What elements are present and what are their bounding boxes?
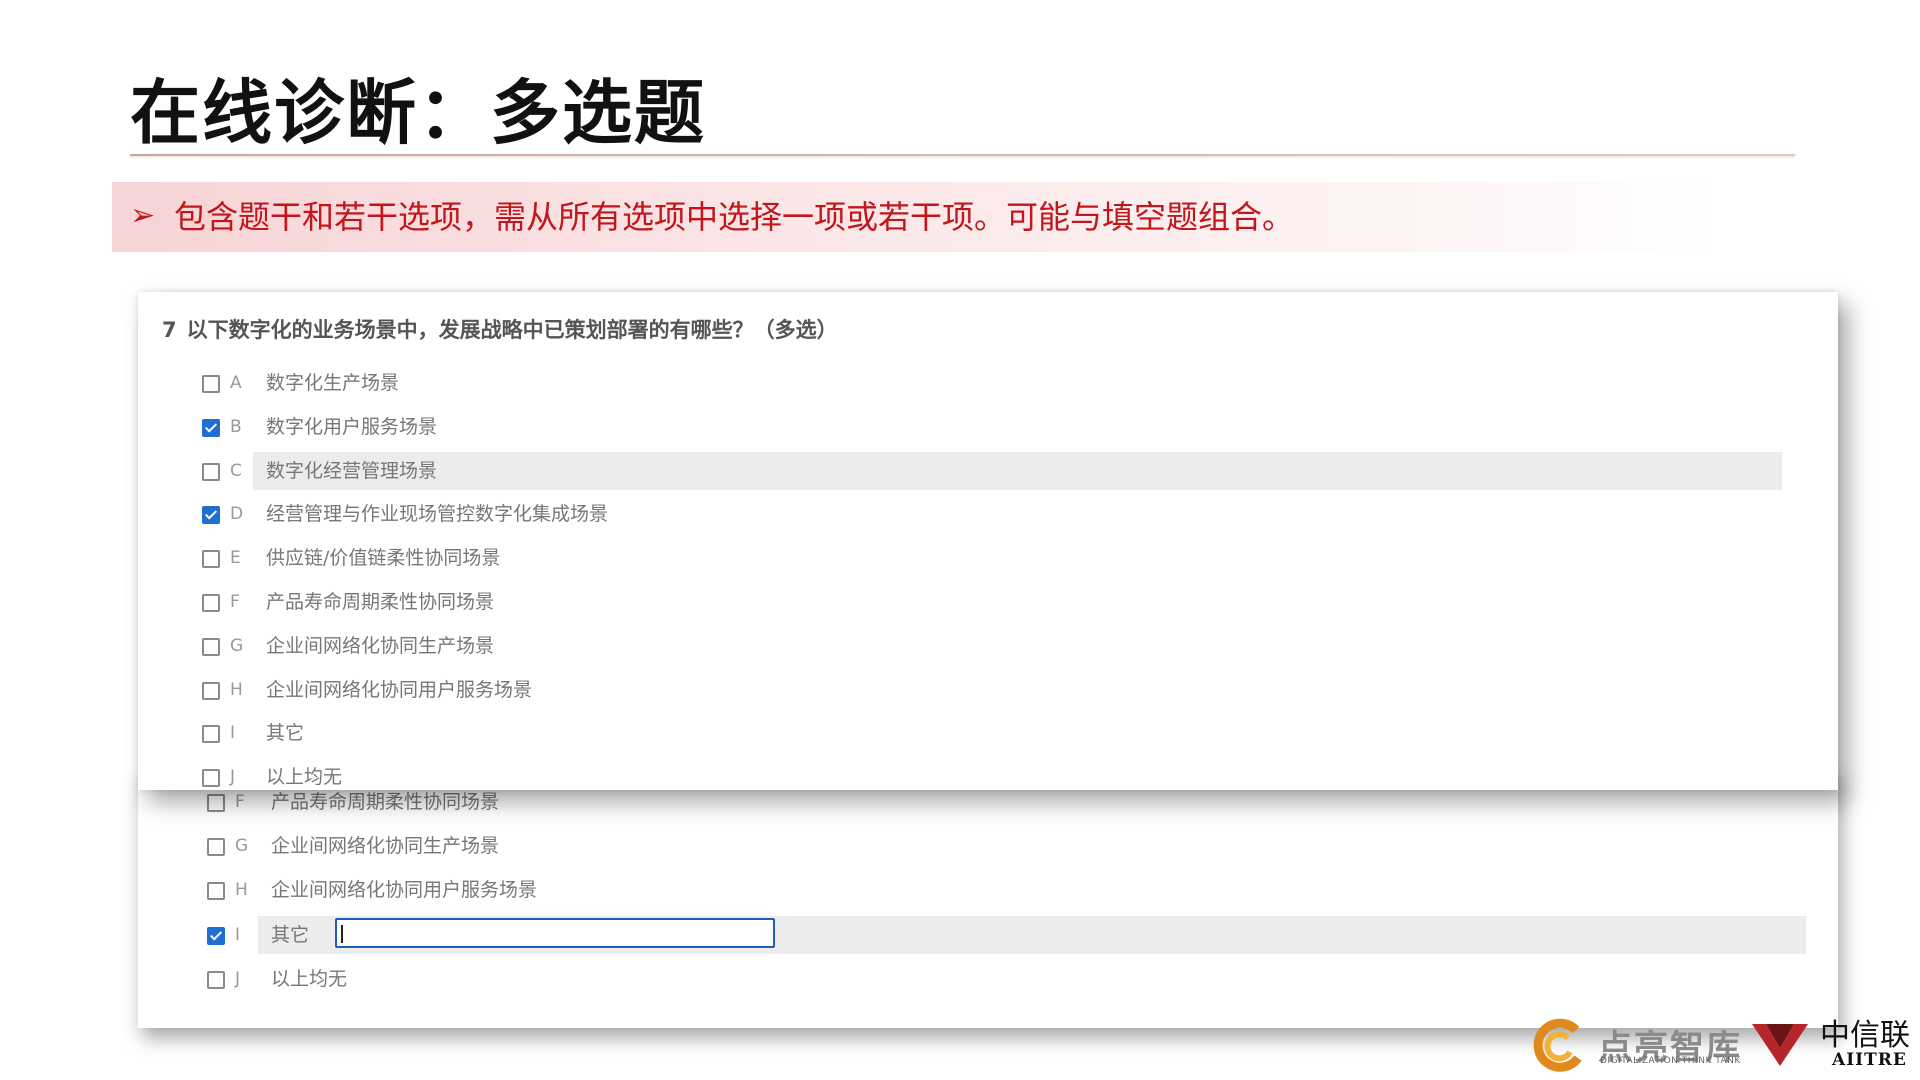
option-label: 其它	[266, 722, 305, 745]
option-letter: J	[230, 767, 236, 788]
option-letter: H	[230, 679, 243, 700]
option-label: 企业间网络化协同用户服务场景	[266, 678, 533, 701]
option-row-i[interactable]: I 其它	[138, 714, 1782, 752]
option-label: 数字化生产场景	[266, 372, 400, 394]
aiitre-logo: 中信联 AIITRE	[1750, 1010, 1910, 1070]
option-checkbox[interactable]	[202, 681, 220, 700]
option-label: 其它	[271, 923, 310, 946]
option-row-c[interactable]: C 数字化经营管理场景	[138, 451, 1782, 490]
option-checkbox[interactable]	[207, 794, 225, 812]
option-label: 数字化用户服务场景	[266, 415, 438, 438]
option-label: 企业间网络化协同生产场景	[271, 835, 500, 858]
option-letter: F	[230, 592, 240, 612]
option-label: 数字化经营管理场景	[266, 459, 438, 482]
dianliang-logo-mark-icon	[1533, 1018, 1582, 1072]
question-title: 7 以下数字化的业务场景中，发展战略中已策划部署的有哪些？（多选）	[162, 316, 838, 344]
other-text-input[interactable]	[335, 917, 775, 948]
option-letter: C	[230, 460, 242, 481]
slide-title: 在线诊断：多选题	[130, 72, 706, 154]
option-row-i[interactable]: I 其它	[143, 915, 1806, 954]
option-row-b[interactable]: B 数字化用户服务场景	[138, 408, 1782, 446]
arrow-bullet-icon: ➢	[130, 198, 156, 233]
option-row-f[interactable]: F 产品寿命周期柔性协同场景	[138, 583, 1782, 621]
logo1-subtext: DIGITALIZATION THINK TANK	[1600, 1056, 1741, 1066]
text-caret	[341, 924, 343, 943]
option-checkbox[interactable]	[202, 506, 220, 525]
option-label: 供应链/价值链柔性协同场景	[266, 547, 501, 570]
option-row-j[interactable]: J 以上均无	[143, 960, 1806, 998]
option-row-h[interactable]: H 企业间网络化协同用户服务场景	[143, 871, 1806, 909]
option-letter: I	[235, 924, 241, 945]
option-hover-highlight	[253, 451, 1782, 490]
option-label: 以上均无	[266, 766, 343, 789]
option-row-g[interactable]: G 企业间网络化协同生产场景	[138, 627, 1782, 665]
option-row-j[interactable]: J 以上均无	[138, 758, 1782, 796]
option-row-h[interactable]: H 企业间网络化协同用户服务场景	[138, 671, 1782, 709]
logo2-english-text: AIITRE	[1832, 1050, 1907, 1070]
aiitre-logo-mark-icon	[1752, 1024, 1808, 1066]
option-checkbox[interactable]	[202, 637, 220, 656]
option-checkbox[interactable]	[207, 882, 225, 901]
option-label: 产品寿命周期柔性协同场景	[266, 591, 495, 613]
option-row-g[interactable]: G 企业间网络化协同生产场景	[143, 827, 1806, 865]
option-letter: G	[230, 635, 244, 656]
option-letter: I	[230, 723, 236, 744]
option-checkbox[interactable]	[207, 926, 225, 945]
question-number: 7	[162, 318, 177, 342]
option-checkbox[interactable]	[202, 550, 220, 569]
option-letter: G	[235, 836, 249, 857]
survey-card: 7 以下数字化的业务场景中，发展战略中已策划部署的有哪些？（多选） A 数字化生产场…	[138, 292, 1838, 790]
option-checkbox[interactable]	[202, 725, 220, 744]
dianliang-logo: 点亮智库 DIGITALIZATION THINK TANK	[1530, 1012, 1750, 1072]
description-banner: ➢ 包含题干和若干选项，需从所有选项中选择一项或若干项。可能与填空题组合。	[112, 182, 1720, 252]
option-label: 以上均无	[271, 967, 348, 990]
option-checkbox[interactable]	[207, 838, 225, 857]
option-letter: E	[230, 548, 241, 569]
option-label: 企业间网络化协同生产场景	[266, 634, 495, 657]
banner-text: 包含题干和若干选项，需从所有选项中选择一项或若干项。可能与填空题组合。	[174, 198, 1295, 236]
option-row-d[interactable]: D 经营管理与作业现场管控数字化集成场景	[138, 495, 1782, 533]
option-label: 经营管理与作业现场管控数字化集成场景	[266, 503, 609, 526]
option-letter: J	[235, 968, 241, 989]
option-letter: A	[230, 373, 242, 393]
question-text: 以下数字化的业务场景中，发展战略中已策划部署的有哪些？（多选）	[186, 318, 838, 342]
option-checkbox[interactable]	[202, 375, 220, 393]
option-checkbox[interactable]	[202, 462, 220, 481]
survey-card-expanded: F 产品寿命周期柔性协同场景 G 企业间网络化协同生产场景 H 企业间网络化协同用户服务场…	[138, 770, 1838, 1028]
logo2-chinese-text: 中信联	[1820, 1018, 1910, 1053]
option-checkbox[interactable]	[202, 418, 220, 437]
option-letter: B	[230, 416, 242, 437]
option-checkbox[interactable]	[207, 970, 225, 989]
option-letter: H	[235, 880, 248, 901]
option-row-a[interactable]: A 数字化生产场景	[138, 364, 1782, 402]
option-checkbox[interactable]	[202, 769, 220, 788]
option-row-e[interactable]: E 供应链/价值链柔性协同场景	[138, 539, 1782, 577]
title-divider	[130, 154, 1795, 156]
option-letter: D	[230, 504, 244, 525]
option-label: 企业间网络化协同用户服务场景	[271, 879, 538, 902]
option-checkbox[interactable]	[202, 594, 220, 612]
